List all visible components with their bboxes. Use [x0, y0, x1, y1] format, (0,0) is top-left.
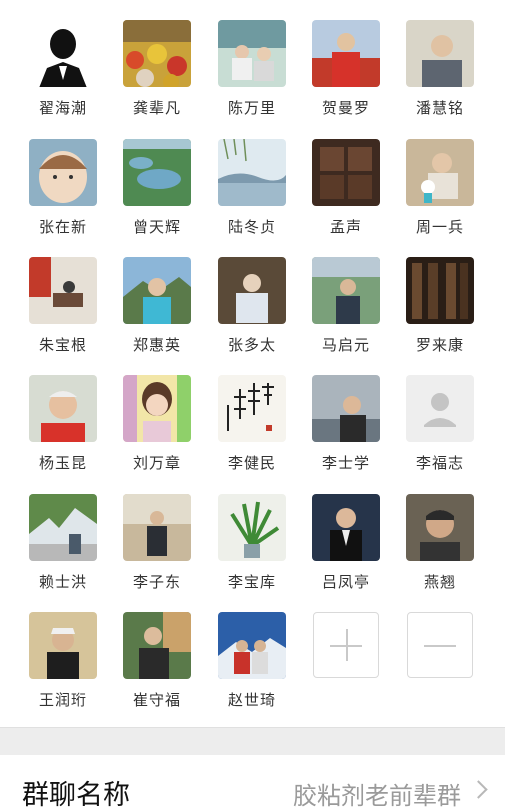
- avatar: [218, 139, 286, 206]
- member-tile[interactable]: 罗来康: [393, 237, 487, 355]
- avatar: [312, 375, 380, 442]
- group-name-row[interactable]: 群聊名称 胶粘剂老前辈群: [0, 755, 505, 811]
- member-name: 翟海潮: [38, 99, 87, 117]
- avatar: [406, 139, 474, 206]
- member-name: 刘万章: [132, 454, 181, 472]
- member-name: 崔守福: [132, 691, 181, 709]
- member-tile[interactable]: 马启元: [299, 237, 393, 355]
- section-divider: [0, 727, 505, 755]
- avatar: [406, 494, 474, 561]
- avatar: [312, 257, 380, 324]
- member-name: 李福志: [415, 454, 464, 472]
- member-tile[interactable]: 贺曼罗: [299, 0, 393, 118]
- avatar: [123, 257, 191, 324]
- member-tile[interactable]: 赵世琦: [205, 592, 299, 710]
- member-name: 陆冬贞: [227, 218, 276, 236]
- avatar: [218, 494, 286, 561]
- avatar: [218, 20, 286, 87]
- member-name: 赖士洪: [38, 573, 87, 591]
- avatar: [406, 257, 474, 324]
- member-name: 陈万里: [227, 99, 276, 117]
- member-name: 杨玉昆: [38, 454, 87, 472]
- member-tile[interactable]: 曾天辉: [110, 119, 204, 237]
- member-tile[interactable]: 张在新: [16, 119, 110, 237]
- member-name: 龚辈凡: [132, 99, 181, 117]
- avatar: [29, 494, 97, 561]
- member-name: 燕翘: [423, 573, 456, 591]
- member-tile[interactable]: 李士学: [299, 355, 393, 473]
- avatar: [29, 20, 97, 87]
- avatar: [123, 139, 191, 206]
- member-tile[interactable]: 吕凤亭: [299, 474, 393, 592]
- member-name: 李宝库: [227, 573, 276, 591]
- avatar: [123, 20, 191, 87]
- avatar: [312, 20, 380, 87]
- avatar: [312, 139, 380, 206]
- add-member-button[interactable]: [299, 592, 393, 710]
- member-name: 朱宝根: [38, 336, 87, 354]
- member-tile[interactable]: 杨玉昆: [16, 355, 110, 473]
- member-tile[interactable]: 李健民: [205, 355, 299, 473]
- member-tile[interactable]: 周一兵: [393, 119, 487, 237]
- avatar: [406, 375, 474, 442]
- member-name: 李士学: [321, 454, 370, 472]
- member-tile[interactable]: 朱宝根: [16, 237, 110, 355]
- member-tile[interactable]: 翟海潮: [16, 0, 110, 118]
- member-tile[interactable]: 龚辈凡: [110, 0, 204, 118]
- member-tile[interactable]: 张多太: [205, 237, 299, 355]
- member-name: 王润珩: [38, 691, 87, 709]
- member-name: 罗来康: [415, 336, 464, 354]
- avatar: [123, 494, 191, 561]
- member-name: 孟声: [329, 218, 362, 236]
- member-name: 马启元: [321, 336, 370, 354]
- member-name: 张在新: [38, 218, 87, 236]
- member-tile[interactable]: 孟声: [299, 119, 393, 237]
- member-name: 吕凤亭: [321, 573, 370, 591]
- member-name: 潘慧铭: [415, 99, 464, 117]
- avatar: [406, 20, 474, 87]
- member-tile[interactable]: 陈万里: [205, 0, 299, 118]
- member-tile[interactable]: 潘慧铭: [393, 0, 487, 118]
- member-tile[interactable]: 李宝库: [205, 474, 299, 592]
- member-name: 曾天辉: [132, 218, 181, 236]
- member-tile[interactable]: 郑惠英: [110, 237, 204, 355]
- avatar: [123, 612, 191, 679]
- avatar: [29, 375, 97, 442]
- remove-member-button[interactable]: [393, 592, 487, 710]
- group-name-label: 群聊名称: [22, 780, 130, 811]
- member-tile[interactable]: 李子东: [110, 474, 204, 592]
- member-name: 李健民: [227, 454, 276, 472]
- avatar: [218, 375, 286, 442]
- member-name: 周一兵: [415, 218, 464, 236]
- avatar: [218, 612, 286, 679]
- member-name: 李子东: [132, 573, 181, 591]
- group-name-value: 胶粘剂老前辈群: [293, 782, 461, 810]
- member-tile[interactable]: 燕翘: [393, 474, 487, 592]
- member-tile[interactable]: 李福志: [393, 355, 487, 473]
- plus-icon[interactable]: [313, 612, 379, 678]
- avatar: [312, 494, 380, 561]
- avatar: [29, 139, 97, 206]
- avatar: [29, 612, 97, 679]
- member-name: 郑惠英: [132, 336, 181, 354]
- member-name: 赵世琦: [227, 691, 276, 709]
- member-tile[interactable]: 刘万章: [110, 355, 204, 473]
- minus-icon[interactable]: [407, 612, 473, 678]
- member-name: 贺曼罗: [321, 99, 370, 117]
- member-tile[interactable]: 赖士洪: [16, 474, 110, 592]
- member-tile[interactable]: 崔守福: [110, 592, 204, 710]
- member-tile[interactable]: 陆冬贞: [205, 119, 299, 237]
- avatar: [29, 257, 97, 324]
- member-name: 张多太: [227, 336, 276, 354]
- chevron-right-icon: [469, 780, 488, 799]
- avatar: [218, 257, 286, 324]
- avatar: [123, 375, 191, 442]
- member-tile[interactable]: 王润珩: [16, 592, 110, 710]
